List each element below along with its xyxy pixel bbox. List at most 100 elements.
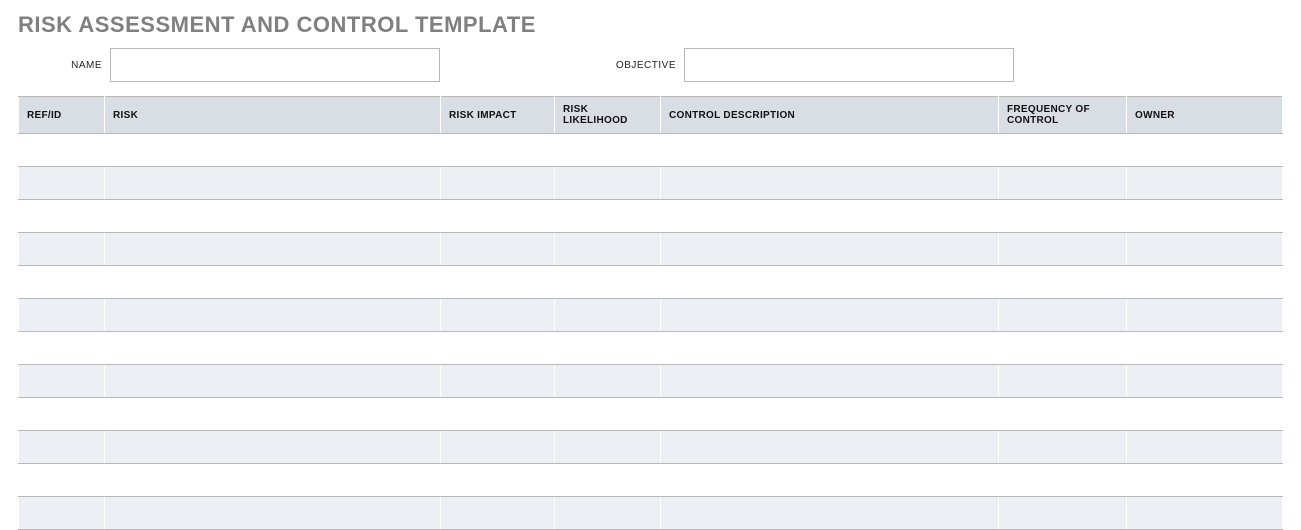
cell-ref[interactable] bbox=[19, 134, 105, 167]
cell-risk[interactable] bbox=[105, 431, 441, 464]
cell-owner[interactable] bbox=[1127, 167, 1283, 200]
cell-impact[interactable] bbox=[441, 398, 555, 431]
cell-control[interactable] bbox=[661, 398, 999, 431]
cell-control[interactable] bbox=[661, 134, 999, 167]
objective-label: OBJECTIVE bbox=[440, 60, 684, 71]
cell-impact[interactable] bbox=[441, 200, 555, 233]
cell-likelihood[interactable] bbox=[555, 266, 661, 299]
table-row bbox=[19, 332, 1283, 365]
cell-impact[interactable] bbox=[441, 431, 555, 464]
cell-likelihood[interactable] bbox=[555, 167, 661, 200]
cell-frequency[interactable] bbox=[999, 233, 1127, 266]
table-row bbox=[19, 200, 1283, 233]
cell-control[interactable] bbox=[661, 299, 999, 332]
cell-control[interactable] bbox=[661, 464, 999, 497]
cell-ref[interactable] bbox=[19, 167, 105, 200]
cell-ref[interactable] bbox=[19, 497, 105, 530]
cell-risk[interactable] bbox=[105, 332, 441, 365]
cell-frequency[interactable] bbox=[999, 497, 1127, 530]
cell-likelihood[interactable] bbox=[555, 233, 661, 266]
cell-risk[interactable] bbox=[105, 233, 441, 266]
cell-frequency[interactable] bbox=[999, 299, 1127, 332]
cell-control[interactable] bbox=[661, 431, 999, 464]
cell-owner[interactable] bbox=[1127, 134, 1283, 167]
cell-frequency[interactable] bbox=[999, 365, 1127, 398]
cell-frequency[interactable] bbox=[999, 398, 1127, 431]
cell-impact[interactable] bbox=[441, 167, 555, 200]
col-header-likelihood: RISK LIKELIHOOD bbox=[555, 97, 661, 134]
cell-likelihood[interactable] bbox=[555, 299, 661, 332]
name-field[interactable] bbox=[110, 48, 440, 82]
cell-ref[interactable] bbox=[19, 464, 105, 497]
cell-likelihood[interactable] bbox=[555, 398, 661, 431]
cell-impact[interactable] bbox=[441, 497, 555, 530]
objective-field[interactable] bbox=[684, 48, 1014, 82]
cell-frequency[interactable] bbox=[999, 200, 1127, 233]
cell-impact[interactable] bbox=[441, 266, 555, 299]
col-header-control: CONTROL DESCRIPTION bbox=[661, 97, 999, 134]
cell-control[interactable] bbox=[661, 332, 999, 365]
table-row bbox=[19, 464, 1283, 497]
table-row bbox=[19, 266, 1283, 299]
cell-owner[interactable] bbox=[1127, 332, 1283, 365]
cell-owner[interactable] bbox=[1127, 464, 1283, 497]
cell-likelihood[interactable] bbox=[555, 200, 661, 233]
cell-control[interactable] bbox=[661, 365, 999, 398]
cell-frequency[interactable] bbox=[999, 134, 1127, 167]
cell-likelihood[interactable] bbox=[555, 134, 661, 167]
cell-impact[interactable] bbox=[441, 233, 555, 266]
cell-impact[interactable] bbox=[441, 299, 555, 332]
cell-control[interactable] bbox=[661, 200, 999, 233]
cell-frequency[interactable] bbox=[999, 431, 1127, 464]
cell-risk[interactable] bbox=[105, 200, 441, 233]
cell-impact[interactable] bbox=[441, 332, 555, 365]
table-row bbox=[19, 398, 1283, 431]
cell-owner[interactable] bbox=[1127, 266, 1283, 299]
cell-risk[interactable] bbox=[105, 299, 441, 332]
cell-risk[interactable] bbox=[105, 497, 441, 530]
cell-frequency[interactable] bbox=[999, 464, 1127, 497]
cell-ref[interactable] bbox=[19, 431, 105, 464]
cell-owner[interactable] bbox=[1127, 233, 1283, 266]
cell-likelihood[interactable] bbox=[555, 431, 661, 464]
table-row bbox=[19, 431, 1283, 464]
cell-risk[interactable] bbox=[105, 365, 441, 398]
cell-frequency[interactable] bbox=[999, 332, 1127, 365]
cell-impact[interactable] bbox=[441, 134, 555, 167]
cell-owner[interactable] bbox=[1127, 431, 1283, 464]
cell-risk[interactable] bbox=[105, 266, 441, 299]
cell-likelihood[interactable] bbox=[555, 332, 661, 365]
cell-risk[interactable] bbox=[105, 398, 441, 431]
cell-owner[interactable] bbox=[1127, 398, 1283, 431]
page-title: RISK ASSESSMENT AND CONTROL TEMPLATE bbox=[18, 12, 1283, 38]
cell-owner[interactable] bbox=[1127, 200, 1283, 233]
cell-risk[interactable] bbox=[105, 167, 441, 200]
cell-risk[interactable] bbox=[105, 464, 441, 497]
cell-ref[interactable] bbox=[19, 332, 105, 365]
cell-risk[interactable] bbox=[105, 134, 441, 167]
cell-control[interactable] bbox=[661, 233, 999, 266]
cell-control[interactable] bbox=[661, 167, 999, 200]
cell-likelihood[interactable] bbox=[555, 497, 661, 530]
cell-ref[interactable] bbox=[19, 200, 105, 233]
cell-ref[interactable] bbox=[19, 266, 105, 299]
cell-owner[interactable] bbox=[1127, 365, 1283, 398]
cell-control[interactable] bbox=[661, 497, 999, 530]
name-label: NAME bbox=[18, 60, 110, 71]
cell-impact[interactable] bbox=[441, 464, 555, 497]
cell-likelihood[interactable] bbox=[555, 464, 661, 497]
table-row bbox=[19, 233, 1283, 266]
cell-impact[interactable] bbox=[441, 365, 555, 398]
cell-frequency[interactable] bbox=[999, 266, 1127, 299]
cell-ref[interactable] bbox=[19, 299, 105, 332]
cell-owner[interactable] bbox=[1127, 497, 1283, 530]
cell-owner[interactable] bbox=[1127, 299, 1283, 332]
cell-ref[interactable] bbox=[19, 398, 105, 431]
col-header-ref: REF/ID bbox=[19, 97, 105, 134]
cell-ref[interactable] bbox=[19, 365, 105, 398]
cell-control[interactable] bbox=[661, 266, 999, 299]
cell-frequency[interactable] bbox=[999, 167, 1127, 200]
cell-ref[interactable] bbox=[19, 233, 105, 266]
cell-likelihood[interactable] bbox=[555, 365, 661, 398]
table-row bbox=[19, 497, 1283, 530]
